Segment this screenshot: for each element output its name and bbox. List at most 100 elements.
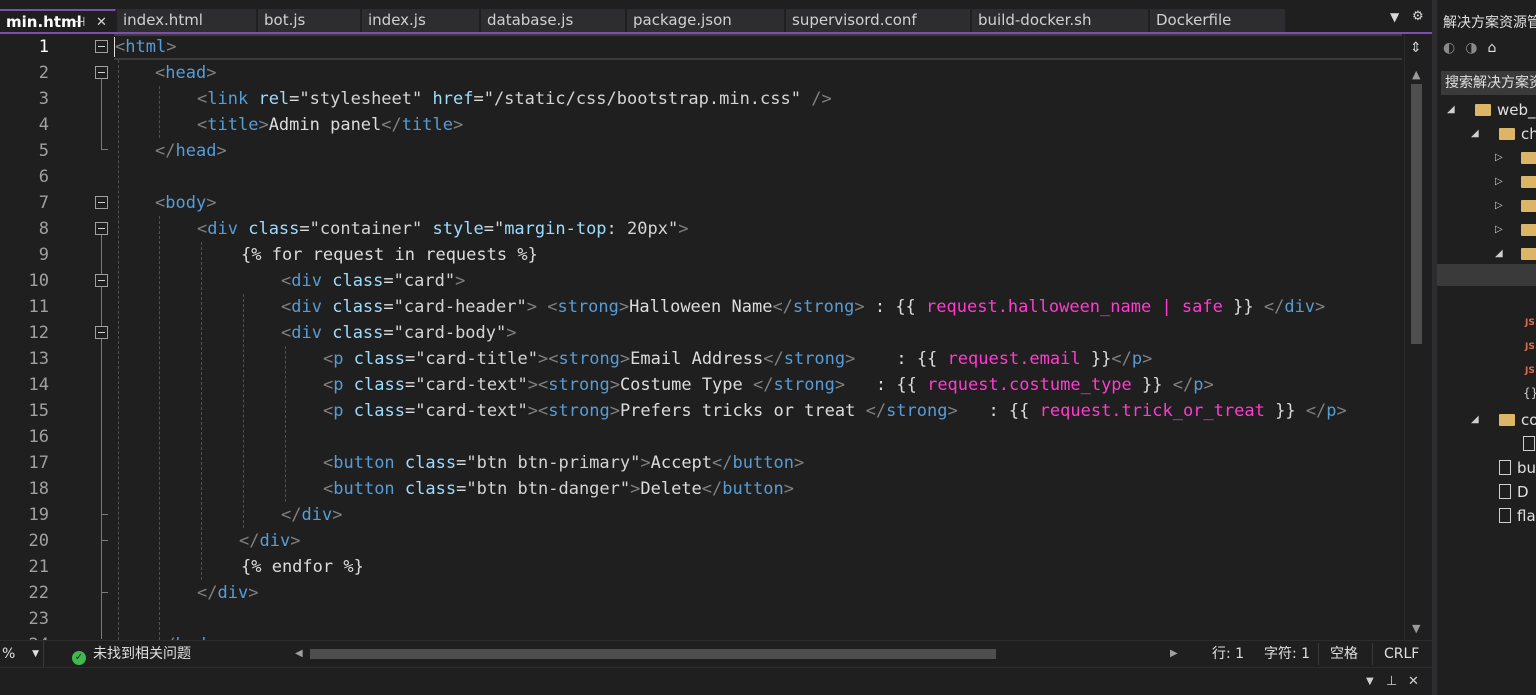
expanded-arrow-icon: ◢ [1471,414,1479,425]
tree-item-label: web_ [1497,101,1536,119]
folder-icon [1521,224,1536,236]
tree-item-label: bu [1517,459,1536,477]
line-ending[interactable]: CRLF [1384,641,1419,667]
line-number: 12 [28,323,49,343]
line-number: 21 [28,557,49,577]
solution-search-input[interactable]: 搜索解决方案资 [1441,71,1536,95]
line-number: 17 [28,453,49,473]
gear-icon[interactable]: ⚙ [1412,9,1424,24]
scroll-up-icon[interactable]: ▲ [1412,68,1420,81]
forward-icon[interactable]: ◑ [1465,40,1477,56]
code-line: <div class="card-header"> <strong>Hallow… [281,297,1326,317]
chevron-down-icon[interactable]: ▼ [1366,676,1374,687]
scroll-down-icon[interactable]: ▼ [1412,622,1420,635]
text-file-icon [1499,508,1511,523]
editor-tab-strip: min.html ⊣ ✕ index.html bot.js index.js … [0,0,1432,33]
zoom-level: % [2,646,16,662]
selected-tree-item[interactable] [1437,264,1536,286]
tab-bot-js[interactable]: bot.js [258,9,361,32]
file-icon [1499,460,1511,475]
status-divider [1372,643,1373,665]
collapse-icon[interactable] [95,326,108,339]
fold-guide [101,149,108,150]
fold-guide [101,514,108,515]
line-number: 23 [28,609,49,629]
scroll-right-icon[interactable]: ▶ [1170,641,1178,667]
line-number: 9 [38,245,49,265]
tab-database-js[interactable]: database.js [481,9,626,32]
folder-icon [1499,414,1515,426]
folder-icon [1499,128,1515,140]
close-icon[interactable]: ✕ [96,11,107,32]
zoom-dropdown[interactable]: % ▼ [0,641,44,667]
vertical-scrollbar[interactable]: ⇕ ▲ ▼ [1404,34,1428,640]
fold-guide [101,339,102,639]
line-number: 3 [38,89,49,109]
code-line: </head> [155,141,227,161]
folder-icon [1521,176,1536,188]
tab-index-html[interactable]: index.html [117,9,257,32]
json-file-icon[interactable]: {} [1523,386,1536,400]
home-icon[interactable]: ⌂ [1487,40,1496,56]
cursor-line[interactable]: 行: 1 [1212,641,1244,667]
indent-guide [118,60,119,640]
cursor-char[interactable]: 字符: 1 [1264,641,1310,667]
tab-index-js[interactable]: index.js [362,9,480,32]
pin-icon[interactable]: ⊣ [74,11,85,32]
tab-package-json[interactable]: package.json [627,9,785,32]
scroll-left-icon[interactable]: ◀ [295,641,303,667]
line-number: 4 [38,115,49,135]
line-number: 15 [28,401,49,421]
code-editor[interactable]: <html> <head> <link rel="stylesheet" hre… [114,34,1402,640]
file-icon [1499,484,1511,499]
code-line: <button class="btn btn-danger">Delete</b… [323,479,794,499]
code-line: <div class="card-body"> [281,323,517,343]
line-number: 10 [28,271,49,291]
tab-supervisord-conf[interactable]: supervisord.conf [786,9,971,32]
code-line: <body> [155,193,217,213]
line-number: 6 [38,167,49,187]
editor-status-row: % ▼ ✓ 未找到相关问题 ◀ ▶ 行: 1 字符: 1 空格 CRLF [0,640,1432,667]
js-file-icon[interactable]: JS [1525,342,1535,352]
fold-guide [101,540,108,541]
code-line: <head> [155,63,217,83]
line-number: 8 [38,219,49,239]
collapse-icon[interactable] [95,66,108,79]
line-number: 19 [28,505,49,525]
code-line: <div class="container" style="margin-top… [197,219,689,239]
tab-label: index.js [368,11,426,29]
chevron-down-icon: ▼ [32,649,39,659]
issues-indicator[interactable]: ✓ 未找到相关问题 [72,641,191,667]
collapse-icon[interactable] [95,196,108,209]
line-number: 22 [28,583,49,603]
code-line: <div class="card"> [281,271,466,291]
close-icon[interactable]: ✕ [1408,674,1419,689]
collapse-icon[interactable] [95,40,108,53]
tab-build-docker-sh[interactable]: build-docker.sh [972,9,1149,32]
line-number: 24 [0,632,49,640]
horizontal-scrollbar-thumb[interactable] [310,649,996,659]
folder-icon [1521,248,1536,260]
line-number: 11 [28,297,49,317]
line-number: 14 [28,375,49,395]
expanded-arrow-icon: ◢ [1495,248,1503,259]
line-number: 2 [38,63,49,83]
split-window-icon[interactable]: ⇕ [1410,40,1422,56]
back-icon[interactable]: ◐ [1443,40,1455,56]
pin-icon[interactable]: ⊥ [1386,674,1397,689]
js-file-icon[interactable]: JS [1525,318,1535,328]
tree-item-label: co [1521,411,1536,429]
solution-explorer-toolbar: ◐ ◑ ⌂ [1443,40,1506,62]
tab-dockerfile[interactable]: Dockerfile [1150,9,1286,32]
collapse-icon[interactable] [95,222,108,235]
tab-label: Dockerfile [1156,11,1232,29]
code-line: </div> [281,505,343,525]
scrollbar-thumb[interactable] [1411,84,1422,344]
js-file-icon[interactable]: JS [1525,366,1535,376]
fold-guide [101,235,102,275]
tab-admin-html[interactable]: min.html ⊣ ✕ [0,9,116,32]
collapse-icon[interactable] [95,274,108,287]
tab-label: supervisord.conf [792,11,917,29]
whitespace-mode[interactable]: 空格 [1330,641,1358,667]
chevron-down-icon[interactable]: ▼ [1390,10,1399,24]
